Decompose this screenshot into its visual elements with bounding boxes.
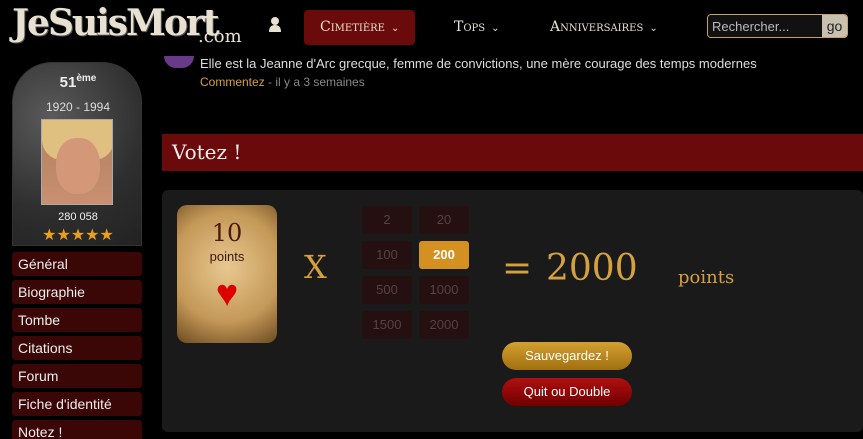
portrait-face <box>56 138 100 194</box>
profile-tombstone: 51ème 1920 - 1994 280 058 ★★★★★ <box>12 62 142 246</box>
rank-number: 51 <box>59 74 77 91</box>
multiplier-1000[interactable]: 1000 <box>419 276 469 304</box>
feed-text: Elle est la Jeanne d'Arc grecque, femme … <box>200 56 757 71</box>
search-input[interactable] <box>708 15 824 37</box>
card-label: points <box>209 249 245 264</box>
vote-panel: 10 points ♥ X 2 20 100 200 500 1000 1500… <box>162 190 863 432</box>
sidebar-item-citations[interactable]: Citations <box>12 336 142 360</box>
comment-link[interactable]: Commentez <box>200 75 265 89</box>
equals-sign: = <box>502 248 533 289</box>
feed-time: - il y a 3 semaines <box>264 75 365 89</box>
card-points: 10 <box>211 219 243 247</box>
sidebar-menu: Général Biographie Tombe Citations Forum… <box>12 252 142 439</box>
life-years: 1920 - 1994 <box>45 100 111 114</box>
site-logo-suffix[interactable]: .com <box>198 26 242 47</box>
rating-stars-icon: ★★★★★ <box>42 227 114 244</box>
sidebar-item-biographie[interactable]: Biographie <box>12 280 142 304</box>
result-unit: points <box>678 267 735 288</box>
nav-tops-label: Tops <box>454 19 486 35</box>
portrait-photo <box>41 119 113 205</box>
feed-avatar-icon <box>164 56 194 68</box>
nav-anniversaires-label: Anniversaires <box>550 19 644 35</box>
multiplier-200[interactable]: 200 <box>419 241 469 269</box>
search-box: go <box>707 14 848 38</box>
nav-anniversaires[interactable]: Anniversaires ⌄ <box>534 10 674 45</box>
rank-suffix: ème <box>76 73 97 84</box>
sidebar-item-notez[interactable]: Notez ! <box>12 420 142 439</box>
result-points: 2000 <box>546 248 638 289</box>
quit-or-double-button[interactable]: Quit ou Double <box>502 378 632 406</box>
save-button[interactable]: Sauvegardez ! <box>502 342 632 370</box>
rank: 51ème <box>13 73 143 91</box>
nav-tops[interactable]: Tops ⌄ <box>438 10 516 45</box>
multiplier-1500[interactable]: 1500 <box>362 311 412 339</box>
user-icon[interactable] <box>268 16 282 32</box>
feed-meta: Commentez - il y a 3 semaines <box>200 75 365 89</box>
multiplier-2[interactable]: 2 <box>362 206 412 234</box>
multiplier-20[interactable]: 20 <box>419 206 469 234</box>
points-card: 10 points ♥ <box>177 205 277 343</box>
top-navigation: JeSuisMort .com Cimetière ⌄ Tops ⌄ Anniver… <box>0 0 863 52</box>
vote-title: Votez ! <box>162 134 863 171</box>
sidebar-item-fiche[interactable]: Fiche d'identité <box>12 392 142 416</box>
nav-cimetiere-label: Cimetière <box>320 19 385 35</box>
multiply-sign: X <box>304 248 327 286</box>
chevron-down-icon: ⌄ <box>491 23 500 34</box>
sidebar-item-tombe[interactable]: Tombe <box>12 308 142 332</box>
sidebar-item-general[interactable]: Général <box>12 252 142 276</box>
chevron-down-icon: ⌄ <box>649 23 658 34</box>
heart-icon: ♥ <box>215 273 239 315</box>
sidebar-item-forum[interactable]: Forum <box>12 364 142 388</box>
search-go-button[interactable]: go <box>822 15 847 37</box>
site-logo[interactable]: JeSuisMort <box>12 2 220 44</box>
chevron-down-icon: ⌄ <box>390 23 400 34</box>
score: 280 058 <box>58 211 98 223</box>
nav-cimetiere[interactable]: Cimetière ⌄ <box>304 10 416 45</box>
multiplier-2000[interactable]: 2000 <box>419 311 469 339</box>
multiplier-100[interactable]: 100 <box>362 241 412 269</box>
multiplier-500[interactable]: 500 <box>362 276 412 304</box>
